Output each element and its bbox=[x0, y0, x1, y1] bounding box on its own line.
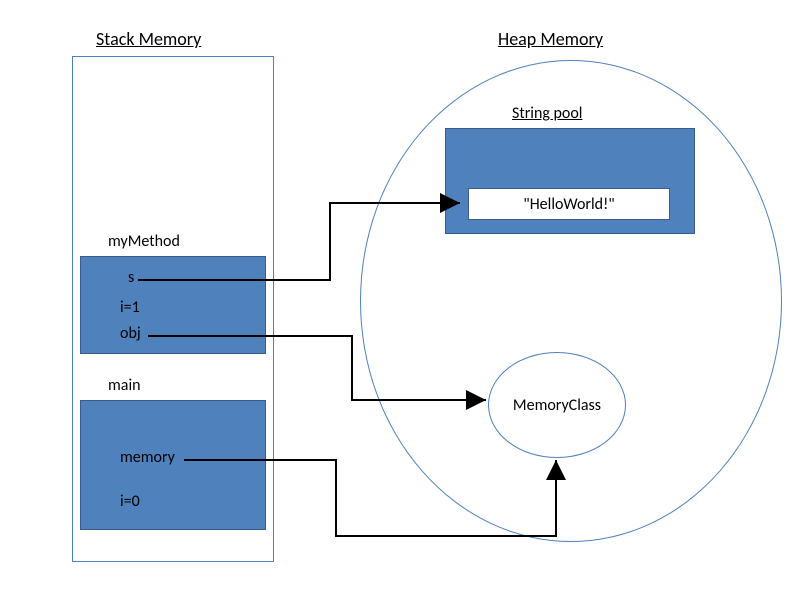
mymethod-var-i: i=1 bbox=[120, 298, 140, 317]
main-var-i: i=0 bbox=[120, 492, 140, 511]
memory-class-label: MemoryClass bbox=[513, 396, 601, 415]
string-pool-value: "HelloWorld!" bbox=[523, 195, 614, 214]
mymethod-header: myMethod bbox=[108, 232, 180, 251]
stack-title: Stack Memory bbox=[96, 28, 201, 50]
main-var-memory: memory bbox=[120, 448, 175, 467]
string-pool-value-box: "HelloWorld!" bbox=[468, 188, 670, 220]
mymethod-var-obj: obj bbox=[120, 324, 141, 343]
string-pool-title: String pool bbox=[512, 104, 582, 123]
memory-class-circle: MemoryClass bbox=[488, 352, 626, 458]
mymethod-var-s: s bbox=[128, 268, 134, 287]
memory-diagram: Stack Memory Heap Memory String pool "He… bbox=[0, 0, 807, 591]
mymethod-frame bbox=[80, 256, 266, 354]
main-header: main bbox=[108, 376, 141, 395]
heap-title: Heap Memory bbox=[498, 28, 603, 50]
